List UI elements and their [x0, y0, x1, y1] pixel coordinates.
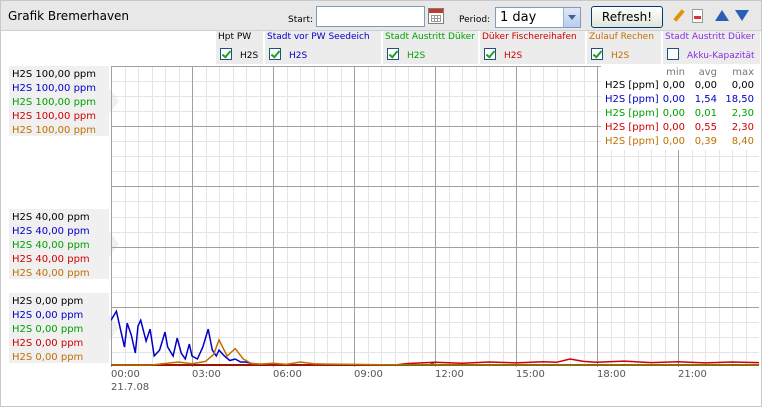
stats-label: H2S [ppm] — [605, 94, 659, 105]
y-axis-label: H2S 100,00 ppm — [12, 97, 97, 108]
channel-sensor-label: H2S — [289, 51, 308, 61]
start-date-input[interactable] — [316, 6, 425, 27]
y-axis-label: H2S 40,00 ppm — [12, 240, 90, 251]
stats-min: 0,00 — [662, 122, 685, 133]
stats-label: H2S [ppm] — [605, 108, 659, 119]
period-label: Period: — [459, 15, 491, 25]
channel-title: Düker Fischereihafen — [482, 32, 577, 42]
channel-5: Zulauf Rechen H2S — [586, 31, 661, 64]
app-title: Grafik Bremerhaven — [8, 9, 130, 23]
x-tick-label: 21:00 — [678, 369, 707, 380]
y-axis-label: H2S 0,00 ppm — [12, 296, 84, 307]
y-axis-label: H2S 40,00 ppm — [12, 212, 90, 223]
stats-max: 2,30 — [731, 108, 754, 119]
stats-header: max — [732, 67, 754, 78]
y-label-group: H2S 0,00 ppm H2S 0,00 ppm H2S 0,00 ppm H2S … — [9, 293, 119, 363]
stats-min: 0,00 — [662, 80, 685, 91]
stats-min: 0,00 — [662, 136, 685, 147]
channel-6: Stadt Austritt Düker Akku-Kapazität — [662, 31, 760, 64]
refresh-button[interactable]: Refresh! — [591, 6, 663, 28]
stats-label: H2S [ppm] — [605, 122, 659, 133]
x-tick-label: 06:00 — [273, 369, 302, 380]
x-tick-label: 15:00 — [516, 369, 545, 380]
y-axis-label: H2S 40,00 ppm — [12, 254, 90, 265]
x-tick-label: 12:00 — [435, 369, 464, 380]
stats-min: 0,00 — [662, 94, 685, 105]
y-axis-label: H2S 100,00 ppm — [12, 111, 97, 122]
channel-checkbox[interactable] — [387, 48, 399, 60]
channel-checkbox[interactable] — [269, 48, 281, 60]
x-tick-label: 00:00 — [111, 369, 140, 380]
x-tick-label: 09:00 — [354, 369, 383, 380]
channel-sensor-label: Akku-Kapazität — [687, 51, 755, 61]
stats-max: 0,00 — [731, 80, 754, 91]
stats-avg: 0,39 — [694, 136, 717, 147]
y-label-group: H2S 100,00 ppm H2S 100,00 ppm H2S 100,00 p… — [9, 66, 119, 136]
y-axis-label: H2S 0,00 ppm — [12, 324, 84, 335]
y-axis-label: H2S 40,00 ppm — [12, 226, 90, 237]
stats-label: H2S [ppm] — [605, 136, 659, 147]
page-icon[interactable] — [692, 9, 703, 23]
channel-3: Stadt Austritt Düker H2S — [382, 31, 478, 64]
y-axis-label: H2S 40,00 ppm — [12, 268, 90, 279]
channel-checkbox[interactable] — [591, 48, 603, 60]
y-axis-label: H2S 0,00 ppm — [12, 310, 84, 321]
y-axis-label: H2S 100,00 ppm — [12, 69, 97, 80]
stats-avg: 0,00 — [694, 80, 717, 91]
x-tick-label: 03:00 — [192, 369, 221, 380]
stats-avg: 0,01 — [694, 108, 717, 119]
channel-1: Hpt PW H2S — [215, 31, 263, 64]
chart-window: Grafik Bremerhaven Start: Period: 1 day … — [0, 0, 762, 407]
stats-avg: 0,55 — [694, 122, 717, 133]
channel-sensor-label: H2S — [611, 51, 630, 61]
channel-title: Zulauf Rechen — [589, 32, 654, 42]
channel-sensor-label: H2S — [240, 51, 259, 61]
start-label: Start: — [288, 15, 314, 25]
channel-checkbox[interactable] — [484, 48, 496, 60]
arrow-up-icon[interactable] — [715, 10, 729, 21]
stats-max: 2,30 — [731, 122, 754, 133]
channel-title: Hpt PW — [218, 32, 252, 42]
channel-sensor-label: H2S — [407, 51, 426, 61]
channel-checkbox[interactable] — [220, 48, 232, 60]
stats-label: H2S [ppm] — [605, 80, 659, 91]
arrow-down-icon[interactable] — [735, 10, 749, 21]
date-label: 21.7.08 — [111, 382, 150, 393]
chevron-down-icon[interactable] — [563, 8, 580, 27]
channel-4: Düker Fischereihafen H2S — [479, 31, 585, 64]
channel-title: Stadt vor PW Seedeich — [267, 32, 370, 42]
calendar-icon[interactable] — [428, 8, 444, 24]
stats-max: 18,50 — [725, 94, 754, 105]
stats-table: min avg max H2S [ppm] 0,00 0,00 0,00 H2S [ppm] 0… — [601, 66, 759, 150]
y-axis-label: H2S 0,00 ppm — [12, 352, 84, 363]
edit-icon[interactable] — [672, 9, 686, 23]
stats-max: 8,40 — [731, 136, 754, 147]
stats-avg: 1,54 — [694, 94, 717, 105]
y-axis-label: H2S 0,00 ppm — [12, 338, 84, 349]
channel-title: Stadt Austritt Düker — [385, 32, 475, 42]
channel-title: Stadt Austritt Düker — [665, 32, 755, 42]
y-axis-label: H2S 100,00 ppm — [12, 83, 97, 94]
stats-min: 0,00 — [662, 108, 685, 119]
header-bar: Grafik Bremerhaven Start: Period: 1 day … — [1, 1, 761, 31]
channel-2: Stadt vor PW Seedeich H2S — [264, 31, 381, 64]
period-value: 1 day — [500, 10, 537, 25]
x-tick-label: 18:00 — [597, 369, 626, 380]
channel-checkbox[interactable] — [667, 48, 679, 60]
channel-sensor-label: H2S — [504, 51, 523, 61]
stats-header: avg — [698, 67, 717, 78]
y-label-group: H2S 40,00 ppm H2S 40,00 ppm H2S 40,00 ppm H… — [9, 209, 119, 279]
stats-header: min — [666, 67, 685, 78]
y-axis-label: H2S 100,00 ppm — [12, 125, 97, 136]
period-select[interactable]: 1 day — [495, 7, 581, 28]
